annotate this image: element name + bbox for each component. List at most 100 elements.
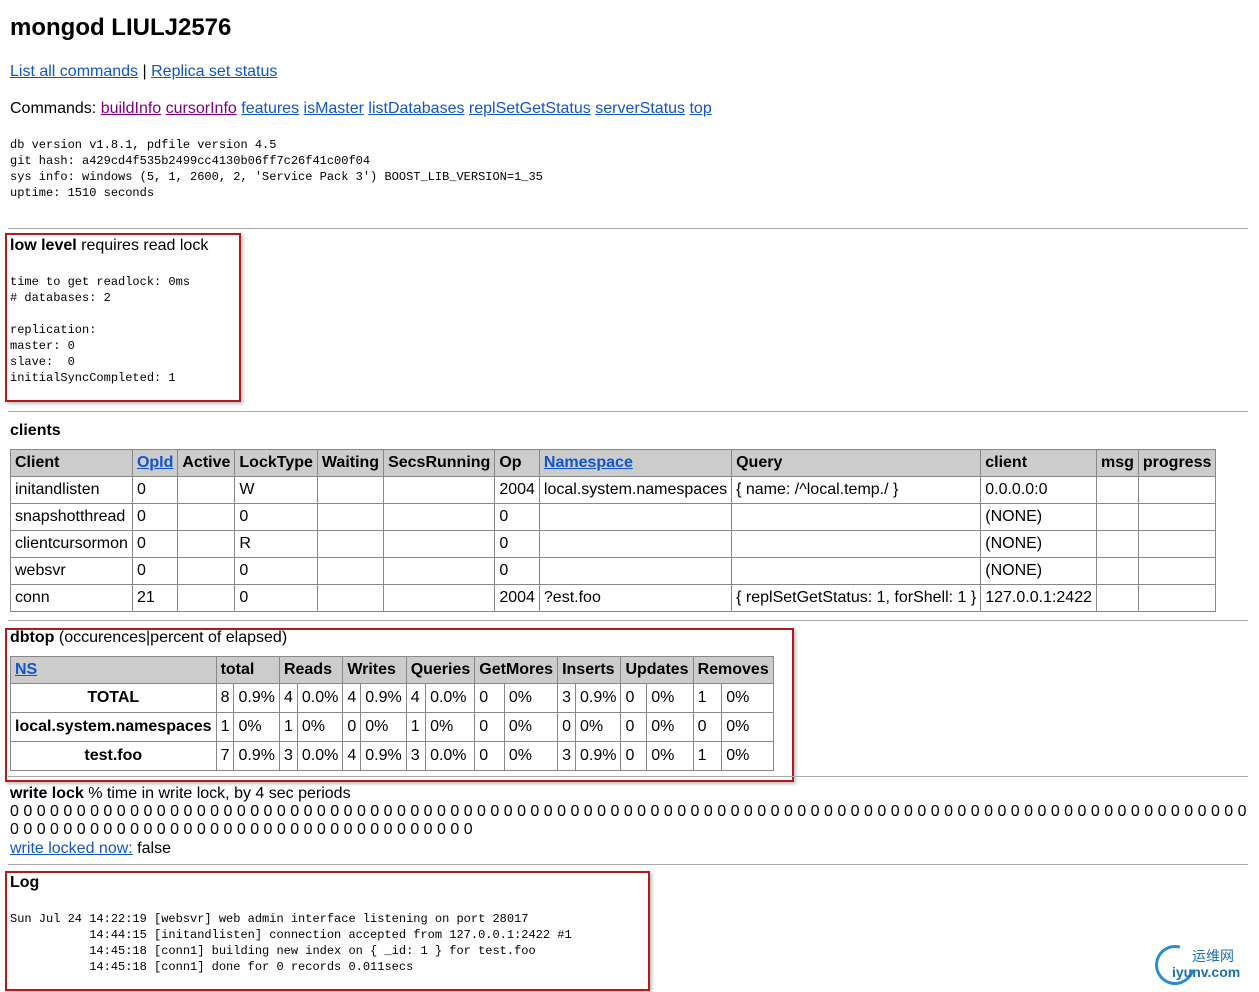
command-buildinfo-link[interactable]: buildInfo [101, 100, 162, 117]
table-cell: 0 [557, 712, 576, 742]
table-cell: 0 [474, 712, 505, 742]
table-row: test.foo 7 0.9% 3 0.0% 4 0.9% 3 0.0% 0 0% 3 0.9% 0 0% 1… [10, 741, 774, 771]
table-cell [383, 530, 496, 558]
col-progress: progress [1137, 449, 1217, 477]
divider [8, 411, 1248, 412]
build-info: db version v1.8.1, pdfile version 4.5 gi… [10, 138, 543, 200]
table-row: local.system.namespaces 1 0% 1 0% 0 0% 1 0% 0 0% 0 0… [10, 712, 774, 742]
col-op: Op [494, 449, 540, 477]
dbtop-heading: dbtop (occurences|percent of elapsed) [10, 629, 287, 647]
table-cell [731, 503, 982, 531]
write-lock-title: write lock [10, 785, 84, 802]
replica-set-status-link[interactable]: Replica set status [151, 63, 277, 80]
command-serverstatus-link[interactable]: serverStatus [595, 100, 685, 117]
col-reads: Reads [278, 656, 344, 684]
col-updates: Updates [620, 656, 694, 684]
col-active: Active [177, 449, 236, 477]
commands-bar: Commands: buildInfo cursorInfo features … [10, 100, 712, 118]
table-cell [383, 503, 496, 531]
table-cell [1096, 584, 1139, 612]
table-cell: 7 [215, 741, 235, 771]
table-row: conn 21 0 2004 ?est.foo{ replSetGetStatus: 1… [10, 584, 1217, 612]
table-cell: 1 [405, 712, 427, 742]
table-cell [177, 557, 236, 585]
table-cell: 21 [131, 584, 179, 612]
table-cell: 0 [494, 530, 540, 558]
divider [8, 776, 1248, 777]
table-cell [383, 584, 496, 612]
table-row: websvr 0 0 0 (NONE) [10, 557, 1217, 585]
log-body: Sun Jul 24 14:22:19 [websvr] web admin i… [10, 912, 572, 974]
command-top-link[interactable]: top [689, 100, 711, 117]
table-cell: 0% [646, 712, 694, 742]
table-cell: 1 [278, 712, 298, 742]
table-cell: 4 [278, 683, 298, 713]
col-getmores: GetMores [474, 656, 559, 684]
table-cell: 4 [342, 741, 362, 771]
table-row: initandlisten 0 W 2004 local.system.namespac… [10, 476, 1217, 504]
write-locked-now-link[interactable]: write locked now: [10, 840, 133, 857]
table-cell [1096, 503, 1139, 531]
table-cell: 0.9% [574, 741, 622, 771]
table-cell: 3 [278, 741, 298, 771]
table-cell [1137, 503, 1217, 531]
list-all-commands-link[interactable]: List all commands [10, 63, 138, 80]
table-cell [1096, 476, 1139, 504]
table-cell [316, 557, 385, 585]
command-listdatabases-link[interactable]: listDatabases [368, 100, 464, 117]
table-cell: 0% [646, 683, 694, 713]
table-cell: (NONE) [980, 530, 1097, 558]
table-cell: 0% [721, 683, 774, 713]
command-replsetgetstatus-link[interactable]: replSetGetStatus [469, 100, 591, 117]
table-cell [731, 557, 982, 585]
col-secsrunning: SecsRunning [383, 449, 496, 477]
command-features-link[interactable]: features [241, 100, 299, 117]
write-lock-subtitle: % time in write lock, by 4 sec periods [83, 785, 351, 802]
col-locktype: LockType [234, 449, 318, 477]
table-cell: 0 [692, 712, 723, 742]
table-cell: 2004 [494, 584, 540, 612]
table-cell: 3 [405, 741, 427, 771]
table-cell: 8 [215, 683, 235, 713]
command-ismaster-link[interactable]: isMaster [304, 100, 364, 117]
table-cell: 0 [234, 503, 318, 531]
command-cursorinfo-link[interactable]: cursorInfo [166, 100, 237, 117]
table-cell [316, 476, 385, 504]
top-links: List all commands | Replica set status [10, 63, 277, 81]
table-cell: W [234, 476, 318, 504]
col-query: Query [731, 449, 982, 477]
table-cell: 0.9% [574, 683, 622, 713]
table-cell: 0.0% [425, 741, 476, 771]
ns-sort-link[interactable]: NS [15, 661, 37, 678]
ns-cell: TOTAL [10, 683, 217, 713]
table-cell [1096, 530, 1139, 558]
table-cell: { name: /^local.temp./ } [731, 476, 982, 504]
table-cell [538, 557, 733, 585]
table-cell: 3 [557, 741, 576, 771]
logo-en-text: iyunv.com [1172, 964, 1241, 980]
table-cell: { replSetGetStatus: 1, forShell: 1 } [731, 584, 982, 612]
table-cell: 127.0.0.1:2422 [980, 584, 1097, 612]
commands-label: Commands: [10, 100, 97, 117]
table-cell: 0 [494, 503, 540, 531]
table-cell: 0.9% [360, 683, 407, 713]
table-cell: 0% [574, 712, 622, 742]
opid-sort-link[interactable]: OpId [137, 454, 173, 471]
table-cell: 0 [494, 557, 540, 585]
table-cell [177, 530, 236, 558]
table-cell: 1 [692, 683, 723, 713]
divider [8, 620, 1248, 621]
table-cell: 0% [721, 741, 774, 771]
log-heading: Log [10, 874, 39, 892]
table-cell: 0% [233, 712, 280, 742]
col-inserts: Inserts [557, 656, 622, 684]
table-cell: 0% [646, 741, 694, 771]
table-cell: clientcursormon [10, 530, 133, 558]
table-cell: 0.9% [360, 741, 407, 771]
table-cell: 0 [234, 557, 318, 585]
col-removes: Removes [692, 656, 774, 684]
namespace-sort-link[interactable]: Namespace [544, 454, 633, 471]
table-cell: 1 [215, 712, 235, 742]
table-cell: 0% [296, 712, 344, 742]
table-cell: 0% [503, 712, 559, 742]
